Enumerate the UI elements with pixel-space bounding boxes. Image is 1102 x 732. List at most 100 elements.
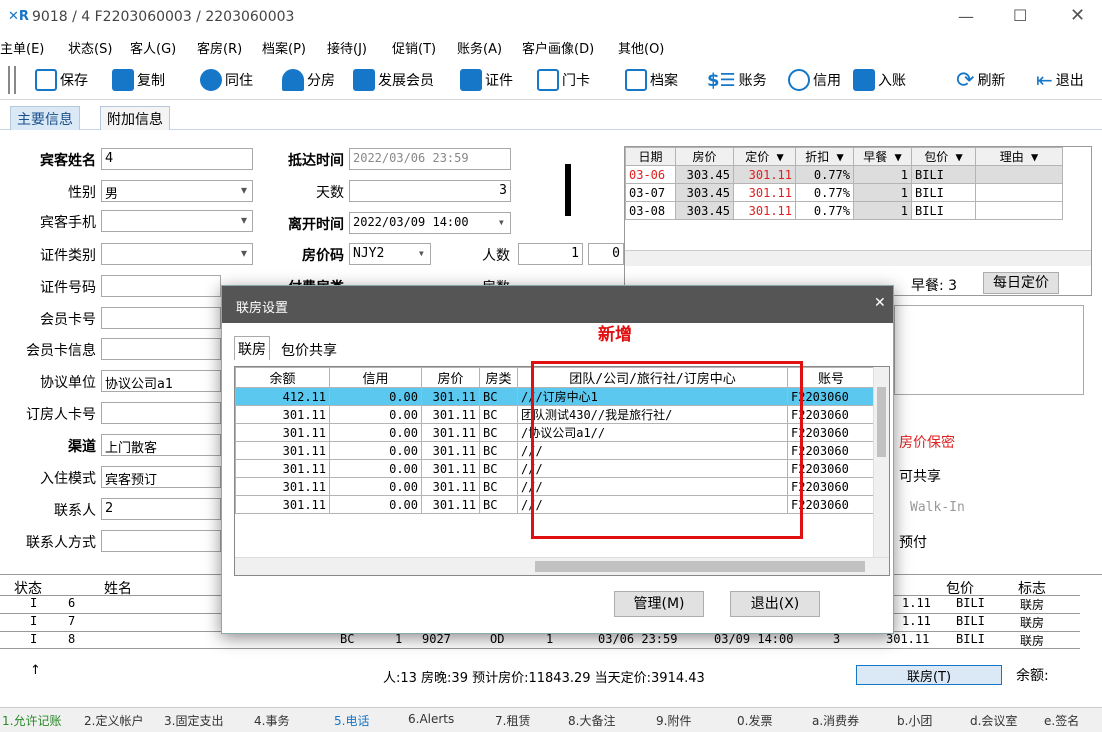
- prepay-option[interactable]: 预付: [899, 532, 927, 552]
- rate-table-hscroll[interactable]: [625, 250, 1091, 266]
- tab-rental[interactable]: 7.租赁: [495, 712, 530, 732]
- col-rate[interactable]: 房价: [421, 367, 480, 388]
- col-discount[interactable]: 折扣 ▼: [795, 147, 854, 166]
- tab-affairs[interactable]: 4.事务: [254, 712, 289, 732]
- menu-item[interactable]: 档案(P): [262, 38, 306, 57]
- persons-child-field[interactable]: 0: [588, 243, 624, 265]
- tab-main-info[interactable]: 主要信息: [10, 106, 80, 130]
- menu-item[interactable]: 主单(E): [0, 38, 44, 57]
- shareable-option[interactable]: 可共享: [899, 466, 941, 486]
- arrow-up-icon[interactable]: ↑: [30, 663, 41, 678]
- link-room-button[interactable]: 联房(T): [856, 665, 1002, 685]
- rate-code-select[interactable]: NJY2: [349, 243, 431, 265]
- contact-field[interactable]: 2: [101, 498, 221, 520]
- manage-button[interactable]: 管理(M): [614, 591, 704, 617]
- tab-meeting-room[interactable]: d.会议室: [970, 712, 1017, 732]
- tab-signature[interactable]: e.签名: [1044, 712, 1079, 732]
- refresh-button[interactable]: ⟳ 刷新: [956, 64, 1005, 96]
- col-credit[interactable]: 信用: [329, 367, 422, 388]
- menu-item[interactable]: 客人(G): [130, 38, 176, 57]
- menu-item[interactable]: 客房(R): [197, 38, 242, 57]
- persons-field[interactable]: 1: [518, 243, 583, 265]
- menu-item[interactable]: 账务(A): [457, 38, 502, 57]
- dialog-hscroll[interactable]: [235, 557, 889, 575]
- develop-member-button[interactable]: 发展会员: [353, 64, 434, 96]
- menu-item[interactable]: 客户画像(D): [522, 38, 594, 57]
- col-package[interactable]: 包价 ▼: [911, 147, 976, 166]
- dialog-close-icon[interactable]: ✕: [874, 295, 886, 311]
- tab-invoice[interactable]: 0.发票: [737, 712, 772, 732]
- tab-strip: 主要信息 附加信息: [0, 102, 1102, 130]
- tab-phone[interactable]: 5.电话: [334, 712, 369, 732]
- minimize-icon[interactable]: —: [958, 7, 974, 26]
- new-annotation: 新增: [598, 325, 632, 345]
- dialog-exit-button[interactable]: 退出(X): [730, 591, 820, 617]
- tab-voucher[interactable]: a.消费券: [812, 712, 859, 732]
- days-label: 天数: [316, 185, 344, 201]
- booker-field[interactable]: [101, 402, 221, 424]
- table-row[interactable]: 03-07 303.45 301.11 0.77% 1 BILI: [625, 183, 1063, 202]
- billing-button[interactable]: $☰ 账务: [707, 64, 767, 96]
- rate-secret-option[interactable]: 房价保密: [899, 432, 955, 452]
- table-row[interactable]: 03-06 303.45 301.11 0.77% 1 BILI: [625, 165, 1063, 184]
- tab-small-group[interactable]: b.小团: [897, 712, 932, 732]
- daily-rate-button[interactable]: 每日定价: [983, 272, 1059, 294]
- checkin-mode-select[interactable]: 宾客预订: [101, 466, 221, 488]
- booker-label: 订房人卡号: [26, 407, 96, 423]
- credit-button[interactable]: 信用: [788, 64, 841, 96]
- channel-select[interactable]: 上门散客: [101, 434, 221, 456]
- menu-item[interactable]: 其他(O): [618, 38, 664, 57]
- exit-button[interactable]: ⇤ 退出: [1036, 64, 1084, 96]
- table-row[interactable]: 03-08 303.45 301.11 0.77% 1 BILI: [625, 201, 1063, 220]
- remarks-box[interactable]: [894, 305, 1084, 395]
- profile-button[interactable]: 档案: [625, 64, 678, 96]
- share-room-button[interactable]: 同住: [200, 64, 253, 96]
- door-card-button[interactable]: 门卡: [537, 64, 590, 96]
- post-button[interactable]: 入账: [853, 64, 906, 96]
- copy-button[interactable]: 复制: [112, 64, 165, 96]
- agreement-field[interactable]: 协议公司a1: [101, 370, 221, 392]
- dialog-vscroll[interactable]: [873, 367, 889, 557]
- days-field[interactable]: 3: [349, 180, 511, 202]
- col-reason[interactable]: 理由 ▼: [975, 147, 1063, 166]
- id-doc-button[interactable]: 证件: [460, 64, 513, 96]
- dollar-icon: $☰: [707, 69, 736, 91]
- tab-big-note[interactable]: 8.大备注: [568, 712, 615, 732]
- col-date[interactable]: 日期: [625, 147, 676, 166]
- maximize-icon[interactable]: ☐: [1013, 6, 1027, 25]
- col-set-price[interactable]: 定价 ▼: [733, 147, 796, 166]
- member-info-field[interactable]: [101, 338, 221, 360]
- tab-define-account[interactable]: 2.定义帐户: [84, 712, 143, 732]
- menu-item[interactable]: 接待(J): [327, 38, 367, 57]
- tab-fixed-expense[interactable]: 3.固定支出: [164, 712, 223, 732]
- gender-select[interactable]: 男: [101, 180, 253, 202]
- member-card-field[interactable]: [101, 307, 221, 329]
- dialog-vscroll-thumb[interactable]: [877, 387, 886, 457]
- guest-name-field[interactable]: 4: [101, 148, 253, 170]
- dialog-hscroll-thumb[interactable]: [535, 561, 865, 572]
- col-breakfast[interactable]: 早餐 ▼: [853, 147, 912, 166]
- walkin-option[interactable]: Walk-In: [910, 500, 965, 515]
- id-no-field[interactable]: [101, 275, 221, 297]
- tab-package-share[interactable]: 包价共享: [278, 338, 340, 360]
- save-button[interactable]: 保存: [35, 64, 88, 96]
- id-type-select[interactable]: [101, 243, 253, 265]
- col-price[interactable]: 房价: [675, 147, 734, 166]
- tab-allow-charge[interactable]: 1.允许记账: [2, 712, 61, 732]
- col-balance[interactable]: 余额: [235, 367, 330, 388]
- tab-extra-info[interactable]: 附加信息: [100, 106, 170, 130]
- col-room-type[interactable]: 房类: [479, 367, 518, 388]
- arrive-field[interactable]: 2022/03/06 23:59: [349, 148, 511, 170]
- contact-method-field[interactable]: [101, 530, 221, 552]
- tab-attachment[interactable]: 9.附件: [656, 712, 691, 732]
- phone-field[interactable]: [101, 210, 253, 232]
- rate-table-header: 日期 房价 定价 ▼ 折扣 ▼ 早餐 ▼ 包价 ▼ 理由 ▼: [625, 147, 1063, 166]
- tab-alerts[interactable]: 6.Alerts: [408, 712, 454, 732]
- menu-item[interactable]: 状态(S): [68, 38, 112, 57]
- menu-item[interactable]: 促销(T): [392, 38, 436, 57]
- split-room-button[interactable]: 分房: [282, 64, 335, 96]
- close-icon[interactable]: ✕: [1070, 5, 1085, 26]
- depart-field[interactable]: 2022/03/09 14:00: [349, 212, 511, 234]
- toolbar-grip: [14, 66, 16, 94]
- tab-link-room[interactable]: 联房: [234, 336, 270, 360]
